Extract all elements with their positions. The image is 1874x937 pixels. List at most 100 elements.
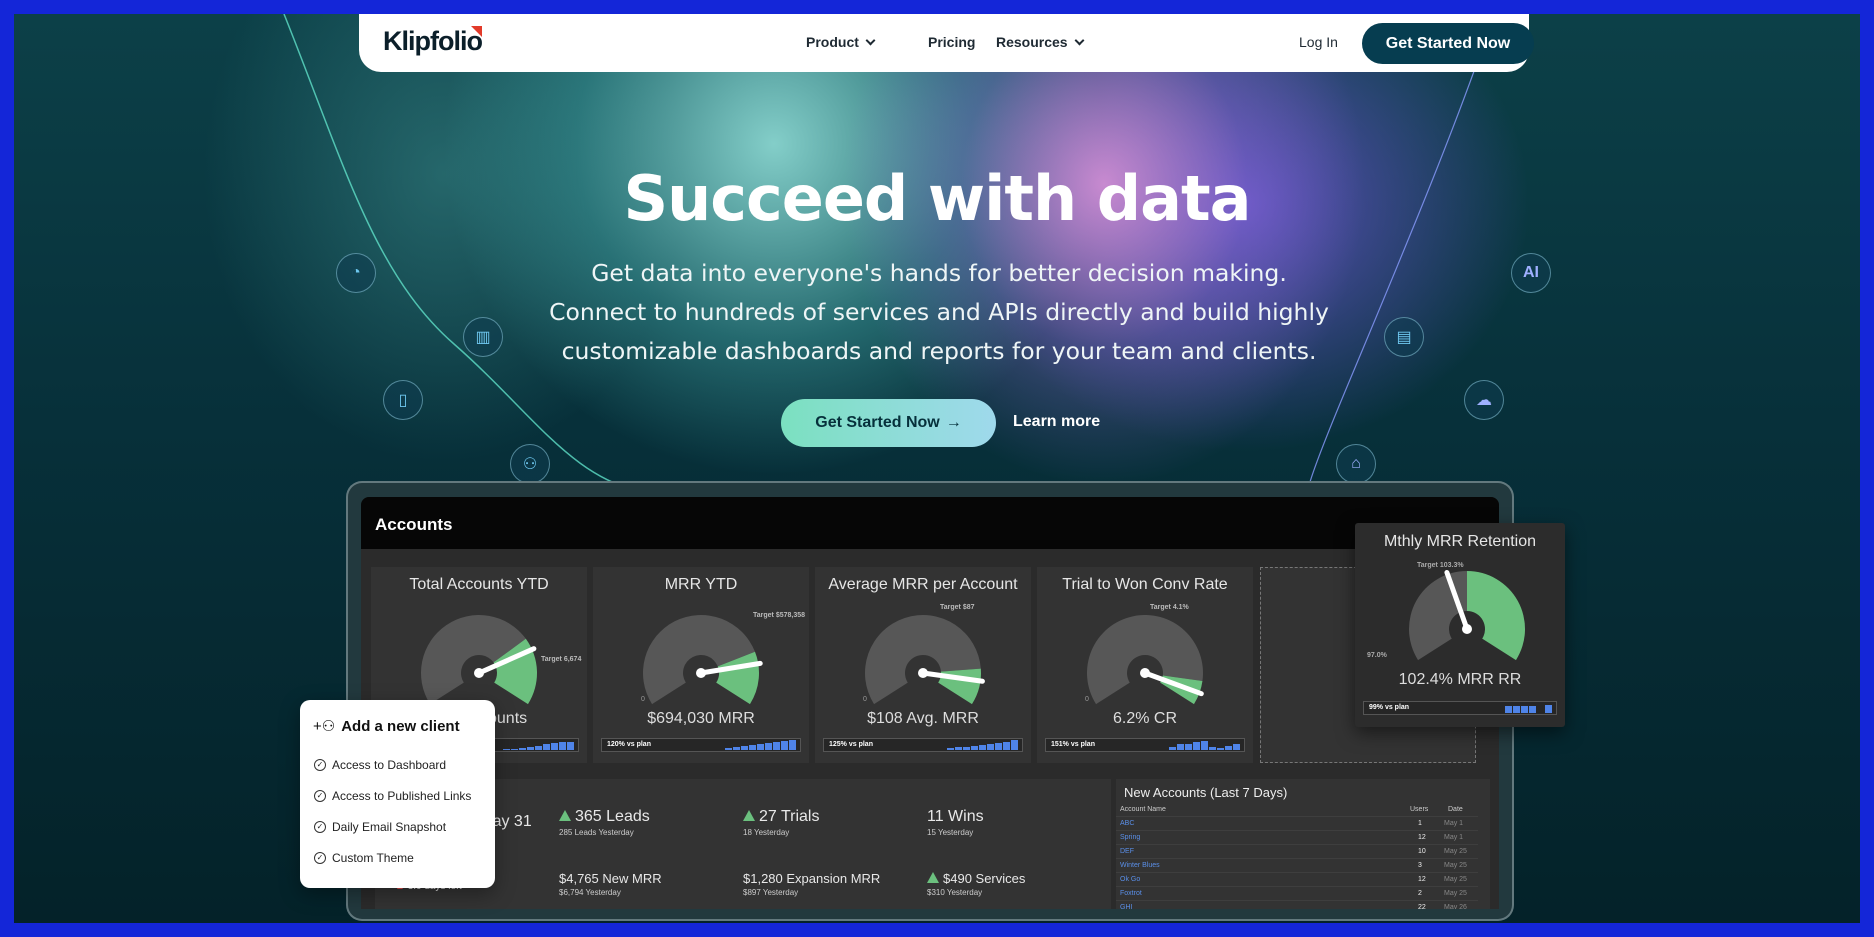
- mini-bar: [781, 741, 788, 750]
- table-row[interactable]: Foxtrot 2 May 25: [1116, 887, 1478, 901]
- mini-bar: [987, 744, 994, 750]
- mini-bar: [567, 742, 574, 750]
- mini-bar: [979, 745, 986, 750]
- client-option-label: Custom Theme: [332, 851, 414, 865]
- table-cell: GHI: [1120, 904, 1133, 909]
- add-user-icon: +⚇: [313, 718, 336, 735]
- stat-trials: 27 Trials 18 Yesterday: [743, 808, 819, 837]
- mrr-retention-card: Mthly MRR Retention Target 103.3% 97.0% 1…: [1355, 523, 1565, 727]
- table-row[interactable]: ABC 1 May 1: [1116, 817, 1478, 831]
- mini-bar: [725, 748, 732, 750]
- gauge-chart: Target 6,674: [421, 615, 581, 705]
- stat-services-value: $490 Services: [943, 871, 1026, 886]
- klipfolio-logo[interactable]: Klipfolio: [383, 26, 483, 57]
- top-navbar: Klipfolio Product Pricing Resources Log …: [359, 14, 1534, 72]
- client-option[interactable]: ✓ Access to Published Links: [314, 789, 471, 803]
- mini-bar: [1185, 744, 1192, 750]
- card-value: 102.4% MRR RR: [1398, 671, 1522, 688]
- hero-subtitle: Get data into everyone's hands for bette…: [494, 254, 1384, 371]
- mini-bar: [947, 748, 954, 750]
- stat-leads-sub: 285 Leads Yesterday: [559, 828, 634, 837]
- login-link[interactable]: Log In: [1299, 34, 1338, 50]
- chevron-down-icon: [865, 35, 876, 46]
- plan-strip: 151% vs plan: [1045, 738, 1245, 752]
- table-cell: May 25: [1444, 862, 1467, 869]
- table-cell: Ok Go: [1120, 876, 1141, 883]
- client-option-label: Access to Dashboard: [332, 758, 447, 772]
- add-client-button[interactable]: +⚇ Add a new client: [313, 717, 460, 735]
- mini-bar: [773, 742, 780, 750]
- card-title: Mthly MRR Retention: [1383, 533, 1537, 550]
- mini-bar: [1233, 744, 1240, 750]
- cloud-icon: ☁: [1464, 380, 1504, 420]
- table-cell: 2: [1418, 890, 1422, 897]
- table-header: Date: [1448, 806, 1463, 813]
- plan-label: 151% vs plan: [1051, 741, 1095, 748]
- hero-title: Succeed with data: [623, 162, 1252, 235]
- mini-bar: [551, 743, 558, 750]
- plan-strip: 120% vs plan: [601, 738, 801, 752]
- table-row[interactable]: GHI 22 May 26: [1116, 901, 1478, 909]
- card-title: Total Accounts YTD: [409, 576, 549, 593]
- mini-bar: [527, 747, 534, 750]
- mini-bar: [1003, 742, 1010, 750]
- mini-bar: [1529, 706, 1536, 713]
- get-started-nav-button[interactable]: Get Started Now: [1362, 23, 1534, 64]
- plan-strip: 125% vs plan: [823, 738, 1023, 752]
- gauge-target-label: Target $87: [940, 604, 975, 611]
- table-cell: 22: [1418, 904, 1426, 909]
- mini-bar: [1193, 742, 1200, 750]
- mini-bar: [535, 746, 542, 750]
- pie-chart-icon: ◔: [336, 253, 376, 293]
- gauge-target-label: Target $578,358: [753, 612, 805, 619]
- table-row[interactable]: DEF 10 May 25: [1116, 845, 1478, 859]
- nav-pricing[interactable]: Pricing: [928, 34, 975, 50]
- gauge-pivot: [918, 668, 928, 678]
- nav-product[interactable]: Product: [806, 34, 876, 50]
- table-cell: May 25: [1444, 876, 1467, 883]
- client-option[interactable]: ✓ Access to Dashboard: [314, 758, 446, 772]
- up-triangle-icon: [743, 810, 755, 821]
- gauge-target-label: Target 6,674: [541, 656, 581, 663]
- check-circle-icon: ✓: [314, 790, 326, 802]
- table-row[interactable]: Spring 12 May 1: [1116, 831, 1478, 845]
- mini-bar: [1177, 744, 1184, 750]
- plan-label: 99% vs plan: [1369, 704, 1410, 711]
- mini-bar: [503, 749, 510, 750]
- up-triangle-icon: [927, 872, 939, 883]
- mini-bar: [733, 747, 740, 750]
- nav-resources[interactable]: Resources: [996, 34, 1085, 50]
- kpi-card: Average MRR per Account Target $87 0 $108 A…: [815, 567, 1031, 763]
- get-started-hero-button[interactable]: Get Started Now →: [781, 399, 996, 447]
- table-cell: May 1: [1444, 834, 1464, 841]
- table-cell: 10: [1418, 848, 1426, 855]
- stat-services: $490 Services $310 Yesterday: [927, 871, 1025, 897]
- mini-bar: [1225, 746, 1232, 750]
- mini-bar: [1505, 706, 1512, 713]
- mini-bar: [963, 747, 970, 750]
- stat-new-mrr-value: $4,765 New MRR: [559, 871, 662, 886]
- mini-bar: [1201, 741, 1208, 750]
- table-row[interactable]: Winter Blues 3 May 25: [1116, 859, 1478, 873]
- stat-trials-value: 27 Trials: [759, 808, 820, 825]
- learn-more-link[interactable]: Learn more: [1013, 413, 1100, 431]
- gauge-target-label: Target 4.1%: [1150, 604, 1190, 611]
- stat-leads-value: 365 Leads: [575, 808, 650, 825]
- gauge-min-label: 0: [641, 696, 645, 703]
- mini-bar-chart: [1505, 704, 1552, 713]
- mini-bar-chart: [1169, 741, 1240, 750]
- client-option[interactable]: ✓ Custom Theme: [314, 851, 414, 865]
- table-title: New Accounts (Last 7 Days): [1124, 785, 1288, 800]
- report-icon: ▤: [1384, 317, 1424, 357]
- check-circle-icon: ✓: [314, 821, 326, 833]
- dashboard-title: Accounts: [375, 515, 453, 534]
- table-cell: Foxtrot: [1120, 890, 1142, 897]
- table-cell: May 25: [1444, 890, 1467, 897]
- gauge-min-label: 97.0%: [1367, 652, 1388, 659]
- table-row[interactable]: Ok Go 12 May 25: [1116, 873, 1478, 887]
- nav-product-label: Product: [806, 34, 859, 50]
- arrow-right-icon: →: [945, 414, 962, 431]
- table-cell: May 26: [1444, 904, 1467, 909]
- mini-bar: [1169, 747, 1176, 750]
- client-option[interactable]: ✓ Daily Email Snapshot: [314, 820, 446, 834]
